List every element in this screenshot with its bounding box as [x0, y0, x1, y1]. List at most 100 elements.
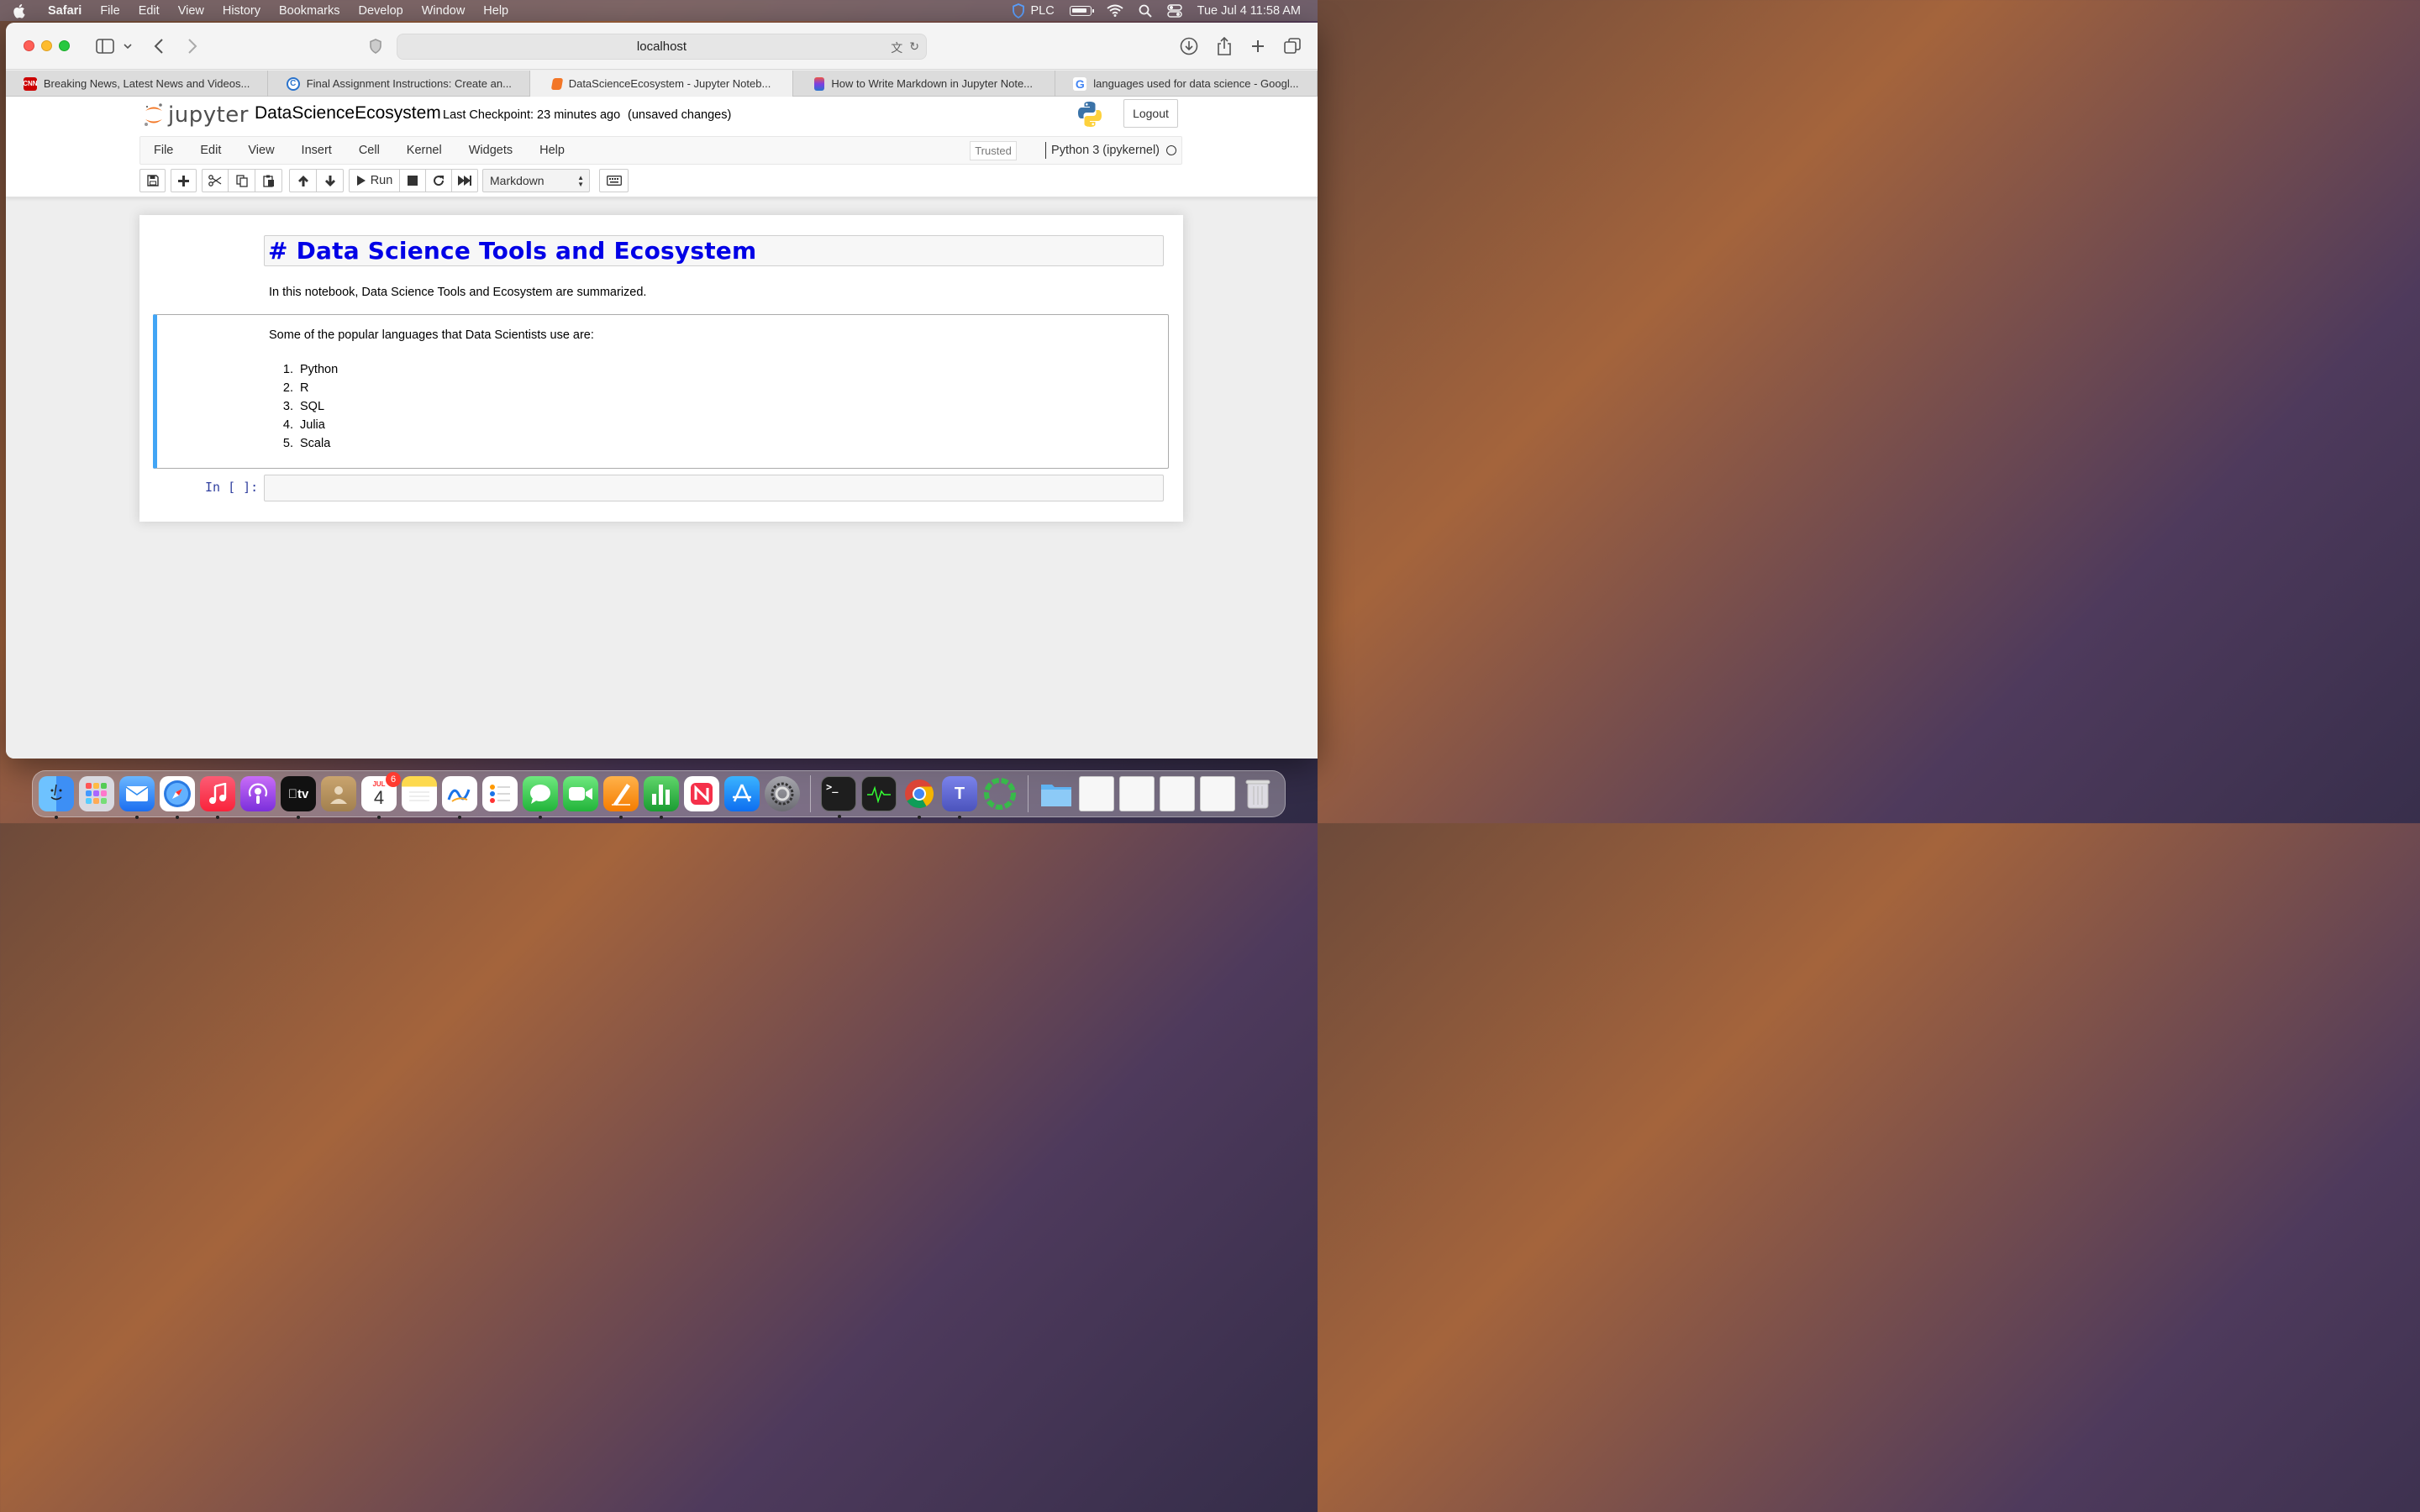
browser-tab-google[interactable]: G languages used for data science - Goog… — [1055, 71, 1318, 97]
reminders-icon[interactable] — [482, 776, 518, 811]
sidebar-toggle-icon[interactable] — [95, 36, 115, 56]
selected-markdown-cell[interactable]: Some of the popular languages that Data … — [153, 314, 1169, 469]
recent-document-icon[interactable] — [1119, 776, 1155, 811]
news-icon[interactable] — [684, 776, 719, 811]
cell-type-select[interactable]: Markdown ▲ ▼ — [482, 169, 590, 192]
jupyter-logo[interactable]: jupyter — [143, 102, 249, 129]
tv-icon[interactable]: tv — [281, 776, 316, 819]
music-icon[interactable] — [200, 776, 235, 819]
move-up-button[interactable] — [289, 169, 317, 192]
messages-icon[interactable] — [523, 776, 558, 819]
keyboard-icon — [606, 176, 622, 186]
reload-icon[interactable]: ↻ — [909, 39, 919, 56]
wifi-icon[interactable] — [1107, 4, 1123, 17]
forward-icon[interactable] — [184, 36, 201, 56]
trusted-indicator[interactable]: Trusted — [970, 141, 1017, 160]
notes-icon[interactable] — [402, 776, 437, 811]
terminal-icon[interactable]: >_ — [821, 776, 856, 818]
app-icon[interactable] — [982, 776, 1018, 811]
paste-button[interactable] — [255, 169, 282, 192]
close-window-button[interactable] — [24, 40, 34, 51]
recent-document-icon[interactable] — [1079, 776, 1114, 811]
cut-button[interactable] — [202, 169, 229, 192]
scissors-icon — [208, 175, 222, 186]
safari-icon[interactable] — [160, 776, 195, 819]
downloads-icon[interactable] — [1179, 36, 1199, 56]
menu-edit[interactable]: Edit — [187, 144, 234, 157]
freeform-icon[interactable] — [442, 776, 477, 819]
menu-cell[interactable]: Cell — [345, 144, 393, 157]
app-store-icon[interactable] — [724, 776, 760, 811]
plc-status[interactable]: PLC — [1012, 3, 1055, 18]
markdown-cell-rendered[interactable]: In this notebook, Data Science Tools and… — [269, 286, 646, 299]
menu-file[interactable]: File — [140, 144, 187, 157]
menubar-help[interactable]: Help — [474, 4, 518, 18]
menubar-clock[interactable]: Tue Jul 4 11:58 AM — [1197, 4, 1301, 18]
save-button[interactable] — [139, 169, 166, 192]
menubar-view[interactable]: View — [169, 4, 213, 18]
menubar-file[interactable]: File — [91, 4, 129, 18]
menubar-window[interactable]: Window — [413, 4, 475, 18]
teams-icon[interactable]: T — [942, 776, 977, 819]
code-cell-input[interactable] — [264, 475, 1164, 501]
markdown-cell-editing[interactable]: # Data Science Tools and Ecosystem — [264, 235, 1164, 266]
new-tab-icon[interactable] — [1248, 36, 1268, 56]
notebook-name[interactable]: DataScienceEcosystem — [255, 103, 441, 123]
apple-icon[interactable] — [0, 3, 37, 18]
copy-button[interactable] — [228, 169, 255, 192]
run-button[interactable]: Run — [349, 169, 400, 192]
trash-icon[interactable] — [1240, 776, 1276, 811]
system-settings-icon[interactable] — [765, 776, 800, 811]
restart-run-all-button[interactable] — [451, 169, 478, 192]
chrome-icon[interactable] — [902, 776, 937, 819]
facetime-icon[interactable] — [563, 776, 598, 811]
chevron-down-icon[interactable] — [122, 36, 134, 56]
restart-kernel-button[interactable] — [425, 169, 452, 192]
menu-insert[interactable]: Insert — [288, 144, 345, 157]
control-center-icon[interactable] — [1166, 3, 1182, 18]
menu-kernel[interactable]: Kernel — [393, 144, 455, 157]
browser-tab-cnn[interactable]: CNN Breaking News, Latest News and Video… — [6, 71, 269, 97]
tab-overview-icon[interactable] — [1282, 36, 1302, 56]
menu-widgets[interactable]: Widgets — [455, 144, 526, 157]
podcasts-icon[interactable] — [240, 776, 276, 811]
mail-icon[interactable] — [119, 776, 155, 819]
finder-icon[interactable] — [39, 776, 74, 819]
folder-icon[interactable] — [1039, 776, 1074, 811]
menubar-edit[interactable]: Edit — [129, 4, 169, 18]
privacy-shield-icon[interactable] — [367, 36, 384, 56]
fast-forward-icon — [458, 176, 471, 186]
kernel-indicator[interactable]: Python 3 (ipykernel) — [1045, 142, 1176, 159]
insert-cell-button[interactable] — [171, 169, 197, 192]
recent-document-icon[interactable] — [1160, 776, 1195, 811]
share-icon[interactable] — [1214, 36, 1234, 56]
browser-tab-coursera[interactable]: C Final Assignment Instructions: Create … — [268, 71, 531, 97]
browser-tab-markdown[interactable]: How to Write Markdown in Jupyter Note... — [793, 71, 1055, 97]
interrupt-kernel-button[interactable] — [399, 169, 426, 192]
notebook-container: # Data Science Tools and Ecosystem In th… — [139, 215, 1183, 522]
minimize-window-button[interactable] — [41, 40, 52, 51]
menubar-history[interactable]: History — [213, 4, 270, 18]
menubar-develop[interactable]: Develop — [350, 4, 413, 18]
move-down-button[interactable] — [316, 169, 344, 192]
menubar-bookmarks[interactable]: Bookmarks — [270, 4, 350, 18]
browser-tab-jupyter[interactable]: DataScienceEcosystem - Jupyter Noteb... — [530, 71, 793, 97]
battery-icon[interactable] — [1069, 5, 1094, 16]
contacts-icon[interactable] — [321, 776, 356, 811]
spotlight-search-icon[interactable] — [1139, 4, 1152, 18]
menu-help[interactable]: Help — [526, 144, 578, 157]
back-icon[interactable] — [150, 36, 167, 56]
numbers-icon[interactable] — [644, 776, 679, 819]
activity-monitor-icon[interactable] — [861, 776, 897, 811]
zoom-window-button[interactable] — [59, 40, 70, 51]
translate-icon[interactable]: 文 — [891, 39, 902, 56]
recent-document-icon[interactable] — [1200, 776, 1235, 811]
menu-view[interactable]: View — [234, 144, 287, 157]
calendar-icon[interactable]: JUL 4 6 — [361, 772, 401, 819]
address-bar[interactable]: localhost 文 ↻ — [397, 34, 927, 60]
logout-button[interactable]: Logout — [1123, 99, 1178, 128]
menubar-app-name[interactable]: Safari — [37, 4, 91, 18]
launchpad-icon[interactable] — [79, 776, 114, 811]
pages-icon[interactable] — [603, 776, 639, 819]
command-palette-button[interactable] — [599, 169, 629, 192]
